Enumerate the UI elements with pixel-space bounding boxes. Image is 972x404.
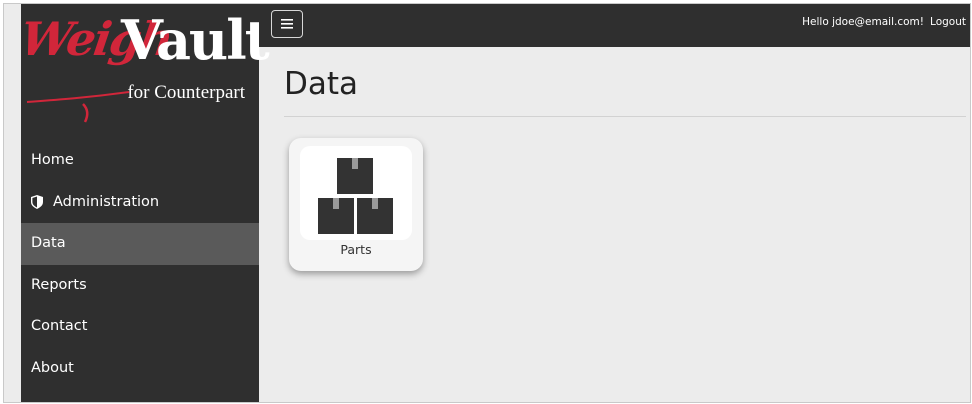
sidebar-item-administration[interactable]: Administration — [21, 182, 259, 224]
logo-swoosh — [26, 91, 130, 123]
sidebar-item-label: Data — [31, 235, 66, 252]
user-greeting: Hello jdoe@email.com! — [802, 16, 924, 28]
app-frame: Weigh Vault for Counterpart Home Adminis… — [3, 3, 971, 403]
page-title: Data — [284, 66, 359, 102]
sidebar-item-label: Reports — [31, 276, 87, 293]
sidebar-item-label: Home — [31, 152, 74, 169]
sidebar-item-home[interactable]: Home — [21, 140, 259, 182]
sidebar-nav: Home Administration Data Reports Contact… — [21, 140, 259, 389]
sidebar-item-label: Contact — [31, 318, 88, 335]
sidebar-item-contact[interactable]: Contact — [21, 306, 259, 348]
sidebar-item-about[interactable]: About — [21, 348, 259, 390]
hamburger-icon — [281, 19, 293, 29]
logo-subtitle: for Counterpart — [127, 82, 245, 103]
sidebar-item-label: About — [31, 359, 74, 376]
tile-label: Parts — [340, 242, 372, 257]
title-divider — [284, 116, 966, 117]
sidebar-item-label: Administration — [53, 193, 160, 210]
sidebar: Weigh Vault for Counterpart Home Adminis… — [17, 4, 270, 402]
boxes-icon — [318, 158, 393, 234]
logo-vault-text: Vault — [121, 8, 270, 72]
sidebar-item-reports[interactable]: Reports — [21, 265, 259, 307]
parts-tile[interactable]: Parts — [289, 138, 423, 271]
sidebar-item-data[interactable]: Data — [21, 223, 259, 265]
menu-toggle-button[interactable] — [271, 10, 303, 38]
shield-icon — [31, 195, 43, 210]
weighvault-logo[interactable]: Weigh Vault for Counterpart — [17, 4, 270, 132]
logout-link[interactable]: Logout — [930, 16, 966, 28]
tile-icon-area — [300, 146, 412, 240]
top-bar: Hello jdoe@email.com! Logout — [259, 4, 970, 47]
